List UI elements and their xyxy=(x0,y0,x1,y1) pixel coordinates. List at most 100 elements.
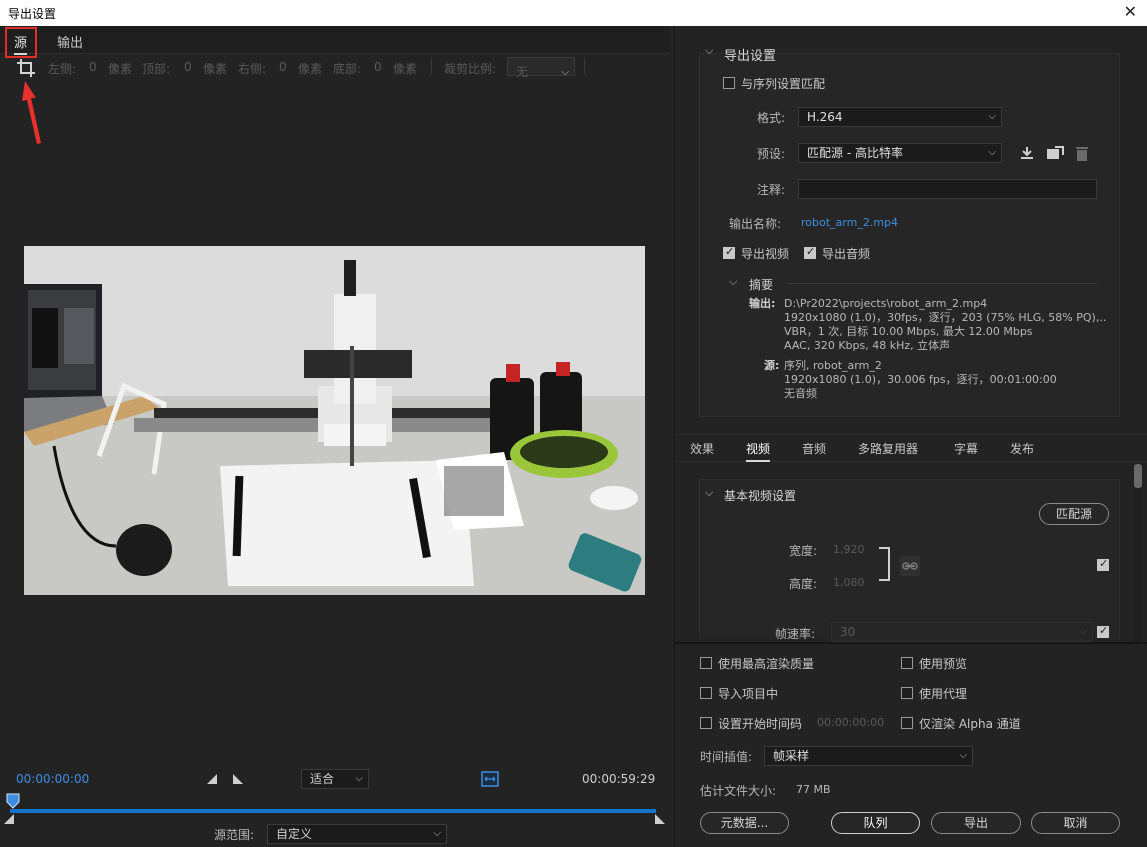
crop-right-value[interactable]: 0 xyxy=(279,60,287,74)
filesize-value: 77 MB xyxy=(796,783,831,796)
link-dimensions-icon[interactable] xyxy=(900,556,920,576)
output-name-link[interactable]: robot_arm_2.mp4 xyxy=(801,216,898,229)
interpolation-label: 时间插值: xyxy=(700,750,753,764)
start-timecode-label: 设置开始时间码 xyxy=(718,717,803,731)
summary-output-label: 输出: xyxy=(749,297,776,310)
width-height-checkbox[interactable] xyxy=(1097,557,1109,571)
tab-multiplexer[interactable]: 多路复用器 xyxy=(858,440,918,457)
crop-icon[interactable] xyxy=(16,58,36,78)
export-video-label: 导出视频 xyxy=(741,247,790,261)
max-render-checkbox[interactable] xyxy=(700,657,712,669)
timeline-track[interactable] xyxy=(10,809,656,813)
chevron-down-icon: ⌵ xyxy=(1079,626,1087,637)
close-icon[interactable]: ✕ xyxy=(1124,2,1137,21)
crop-bottom-value[interactable]: 0 xyxy=(374,60,382,74)
summary-output-line-1: D:\Pr2022\projects\robot_arm_2.mp4 xyxy=(784,297,988,310)
source-range-value: 自定义 xyxy=(276,827,313,841)
use-proxy-checkbox[interactable] xyxy=(901,687,913,699)
scrollbar-track[interactable] xyxy=(1134,464,1142,642)
preset-label: 预设: xyxy=(757,147,786,161)
metadata-button[interactable]: 元数据... xyxy=(700,812,789,834)
summary-output-line-4: AAC, 320 Kbps, 48 kHz, 立体声 xyxy=(784,339,951,352)
save-preset-icon[interactable] xyxy=(1019,145,1035,161)
width-value[interactable]: 1,920 xyxy=(833,543,865,556)
export-audio-label: 导出音频 xyxy=(822,247,871,261)
format-label: 格式: xyxy=(757,111,786,125)
chevron-down-icon: ⌵ xyxy=(561,67,569,78)
chevron-down-icon: ⌵ xyxy=(433,828,441,839)
crop-top-value[interactable]: 0 xyxy=(184,60,192,74)
fit-dropdown[interactable]: 适合 ⌵ xyxy=(301,769,369,789)
queue-button[interactable]: 队列 xyxy=(831,812,920,834)
crop-ratio-value: 无 xyxy=(516,65,529,79)
timecode-start[interactable]: 00:00:00:00 xyxy=(16,772,89,786)
chevron-down-icon: ⌵ xyxy=(355,773,363,784)
comment-input[interactable] xyxy=(798,179,1097,199)
start-timecode-value[interactable]: 00:00:00:00 xyxy=(817,716,884,729)
tab-video[interactable]: 视频 xyxy=(746,440,771,462)
height-value[interactable]: 1,080 xyxy=(833,576,865,589)
use-preview-checkbox[interactable] xyxy=(901,657,913,669)
crop-left-value[interactable]: 0 xyxy=(89,60,97,74)
crop-divider-2 xyxy=(584,58,585,74)
tab-captions[interactable]: 字幕 xyxy=(954,440,978,457)
in-point-handle-icon[interactable] xyxy=(4,814,14,824)
tab-audio[interactable]: 音频 xyxy=(802,440,826,457)
timecode-end: 00:00:59:29 xyxy=(582,772,656,786)
fps-dropdown[interactable]: 30 ⌵ xyxy=(831,622,1093,642)
start-timecode-checkbox[interactable] xyxy=(700,717,712,729)
match-sequence-label: 与序列设置匹配 xyxy=(741,77,826,91)
crop-left-label: 左侧: xyxy=(48,62,77,76)
source-range-dropdown[interactable]: 自定义 ⌵ xyxy=(267,824,447,844)
window-title: 导出设置 xyxy=(8,7,57,21)
crop-ratio-label: 裁剪比例: xyxy=(444,62,497,76)
out-point-handle-icon[interactable] xyxy=(655,814,665,824)
chevron-down-icon: ⌵ xyxy=(959,750,967,761)
import-project-label: 导入项目中 xyxy=(718,687,779,701)
summary-chevron-icon[interactable]: ⌵ xyxy=(729,275,737,289)
cancel-button[interactable]: 取消 xyxy=(1031,812,1120,834)
delete-preset-icon[interactable] xyxy=(1074,144,1090,162)
summary-divider xyxy=(787,283,1097,284)
export-video-checkbox[interactable] xyxy=(723,245,735,259)
source-panel: 源 输出 左侧: 0 像素 顶部: 0 像素 右侧: 0 像素 底部: 0 像素… xyxy=(0,26,670,847)
source-range-label: 源范围: xyxy=(214,828,255,842)
scrollbar-thumb[interactable] xyxy=(1134,464,1142,488)
fps-checkbox[interactable] xyxy=(1097,624,1109,638)
tab-publish[interactable]: 发布 xyxy=(1010,440,1034,457)
import-project-checkbox[interactable] xyxy=(700,687,712,699)
interpolation-dropdown[interactable]: 帧采样 ⌵ xyxy=(764,746,973,766)
in-out-marker-icons[interactable] xyxy=(207,773,243,785)
format-dropdown[interactable]: H.264 ⌵ xyxy=(798,107,1002,127)
export-settings-header: 导出设置 xyxy=(724,49,777,64)
preset-dropdown[interactable]: 匹配源 - 高比特率 ⌵ xyxy=(798,143,1002,163)
fit-value: 适合 xyxy=(310,772,335,786)
aspect-correct-icon[interactable] xyxy=(481,771,499,787)
use-proxy-label: 使用代理 xyxy=(919,687,968,701)
export-settings-panel: ⌵ 导出设置 与序列设置匹配 格式: H.264 ⌵ 预设: 匹配源 - 高比特… xyxy=(674,26,1147,847)
collapse-chevron-icon[interactable]: ⌵ xyxy=(705,44,713,58)
match-source-button[interactable]: 匹配源 xyxy=(1039,503,1109,525)
max-render-label: 使用最高渲染质量 xyxy=(718,657,815,671)
video-collapse-chevron-icon[interactable]: ⌵ xyxy=(705,486,713,500)
alpha-only-checkbox[interactable] xyxy=(901,717,913,729)
crop-ratio-dropdown[interactable]: 无 ⌵ xyxy=(507,57,575,79)
export-audio-checkbox[interactable] xyxy=(804,245,816,259)
section-divider xyxy=(675,642,1147,644)
fps-label: 帧速率: xyxy=(775,627,816,641)
crop-bottom-label: 底部: xyxy=(333,62,362,76)
tab-effects[interactable]: 效果 xyxy=(690,440,714,457)
match-sequence-checkbox[interactable] xyxy=(723,77,735,89)
import-preset-icon[interactable] xyxy=(1046,145,1064,161)
tab-output[interactable]: 输出 xyxy=(57,32,83,51)
source-preview-image xyxy=(24,246,645,595)
summary-source-line-2: 1920x1080 (1.0)，30.006 fps，逐行，00:01:00:0… xyxy=(784,373,1057,386)
comment-label: 注释: xyxy=(757,183,786,197)
crop-divider xyxy=(431,58,432,74)
use-preview-label: 使用预览 xyxy=(919,657,968,671)
summary-source-line-3: 无音频 xyxy=(784,387,817,400)
crop-bottom-unit: 像素 xyxy=(393,62,418,76)
chevron-down-icon: ⌵ xyxy=(988,111,996,122)
chevron-down-icon: ⌵ xyxy=(988,147,996,158)
export-button[interactable]: 导出 xyxy=(931,812,1021,834)
